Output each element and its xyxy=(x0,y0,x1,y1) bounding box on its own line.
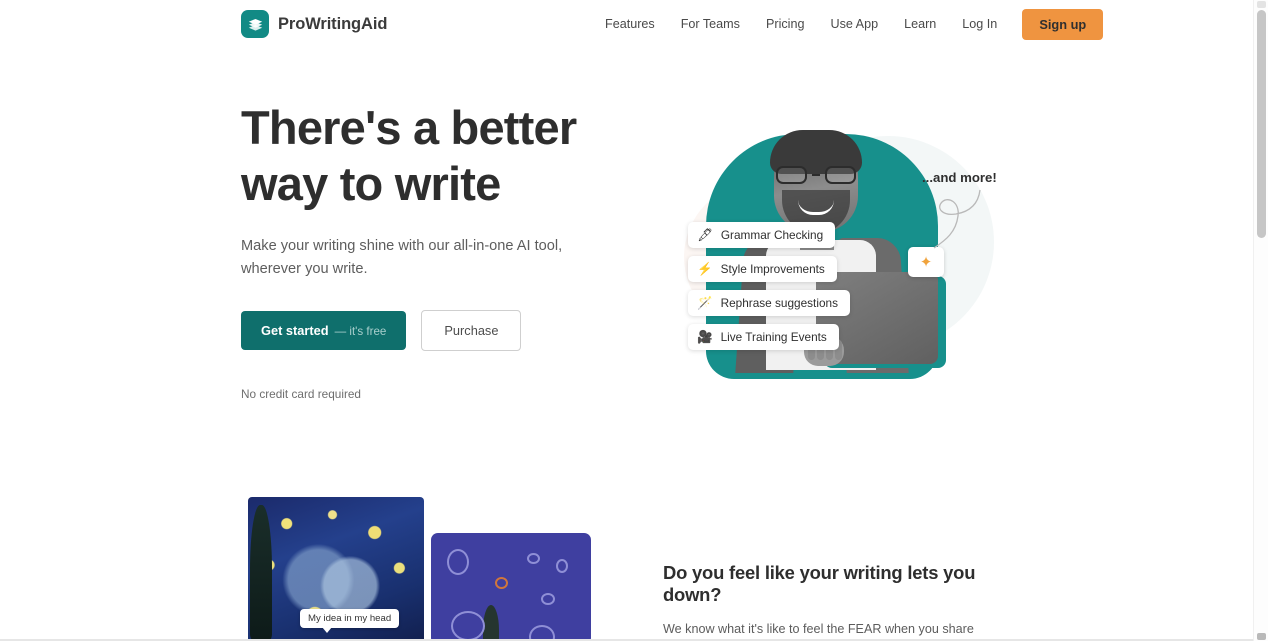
hero-title-line2: way to write xyxy=(241,157,501,211)
nav-features[interactable]: Features xyxy=(596,11,668,37)
chevron-up-icon[interactable] xyxy=(1257,1,1266,8)
chip-label: Style Improvements xyxy=(720,262,825,276)
brand-name: ProWritingAid xyxy=(278,14,388,33)
chip-style-improvements[interactable]: ⚡ Style Improvements xyxy=(688,256,837,282)
chevron-down-icon[interactable] xyxy=(1257,633,1266,640)
get-started-label: Get started xyxy=(261,322,329,338)
hero-subtitle: Make your writing shine with our all-in-… xyxy=(241,235,571,281)
hero-title-line1: There's a better xyxy=(241,101,577,154)
crude-drawing-image xyxy=(431,533,591,641)
crude-cypress-tree xyxy=(483,605,499,641)
cypress-tree xyxy=(250,505,272,641)
signup-button[interactable]: Sign up xyxy=(1022,8,1104,40)
book-pages-icon xyxy=(241,10,269,38)
chip-label: Grammar Checking xyxy=(720,228,824,242)
hero-subtitle-line2: wherever you write. xyxy=(241,260,368,277)
site-header: ProWritingAid Features For Teams Pricing… xyxy=(0,0,1253,48)
feature-chip-list: 🖋 Grammar Checking ⚡ Style Improvements … xyxy=(688,222,850,350)
magic-wand-icon: 🪄 xyxy=(697,295,713,310)
hero-title: There's a better way to write xyxy=(241,100,641,213)
idea-in-my-head-label: My idea in my head xyxy=(300,609,400,633)
nav-use-app[interactable]: Use App xyxy=(817,11,891,37)
writing-lets-you-down-section: Do you feel like your writing lets you d… xyxy=(663,562,1013,641)
no-credit-card-note: No credit card required xyxy=(241,386,361,401)
page-root: ProWritingAid Features For Teams Pricing… xyxy=(0,0,1268,641)
main-navigation: Features For Teams Pricing Use App Learn… xyxy=(596,0,1104,48)
nav-learn[interactable]: Learn xyxy=(891,11,949,37)
video-camera-icon: 🎥 xyxy=(697,329,713,344)
chip-rephrase-suggestions[interactable]: 🪄 Rephrase suggestions xyxy=(688,290,850,316)
chip-live-training-events[interactable]: 🎥 Live Training Events xyxy=(688,324,839,350)
section2-title: Do you feel like your writing lets you d… xyxy=(663,562,976,605)
hero-illustration: ✦ ...and more! 🖋 Grammar Checking ⚡ Styl… xyxy=(660,100,1020,392)
hero-cta-group: Get started — it's free Purchase xyxy=(241,309,641,351)
get-started-button[interactable]: Get started — it's free xyxy=(241,310,407,350)
glasses-icon xyxy=(776,166,856,184)
vertical-scrollbar[interactable] xyxy=(1253,0,1268,641)
purchase-button[interactable]: Purchase xyxy=(421,309,522,351)
rocket-pen-icon: 🖋 xyxy=(697,227,713,242)
nav-log-in[interactable]: Log In xyxy=(949,11,1010,37)
hero-section: There's a better way to write Make your … xyxy=(241,100,641,401)
get-started-sublabel: — it's free xyxy=(334,324,387,338)
scrollbar-thumb[interactable] xyxy=(1257,10,1266,238)
and-more-label: ...and more! xyxy=(922,170,997,185)
chip-label: Rephrase suggestions xyxy=(720,296,838,310)
nav-pricing[interactable]: Pricing xyxy=(753,11,818,37)
chip-label: Live Training Events xyxy=(720,330,827,344)
section2-body: We know what it's like to feel the FEAR … xyxy=(663,619,1013,641)
chip-grammar-checking[interactable]: 🖋 Grammar Checking xyxy=(688,222,836,248)
nav-for-teams[interactable]: For Teams xyxy=(668,11,753,37)
hero-subtitle-line1: Make your writing shine with our all-in-… xyxy=(241,237,563,254)
squiggle-arrow-icon xyxy=(933,189,981,249)
lightning-icon: ⚡ xyxy=(697,261,713,276)
brand-logo-link[interactable]: ProWritingAid xyxy=(241,10,387,38)
